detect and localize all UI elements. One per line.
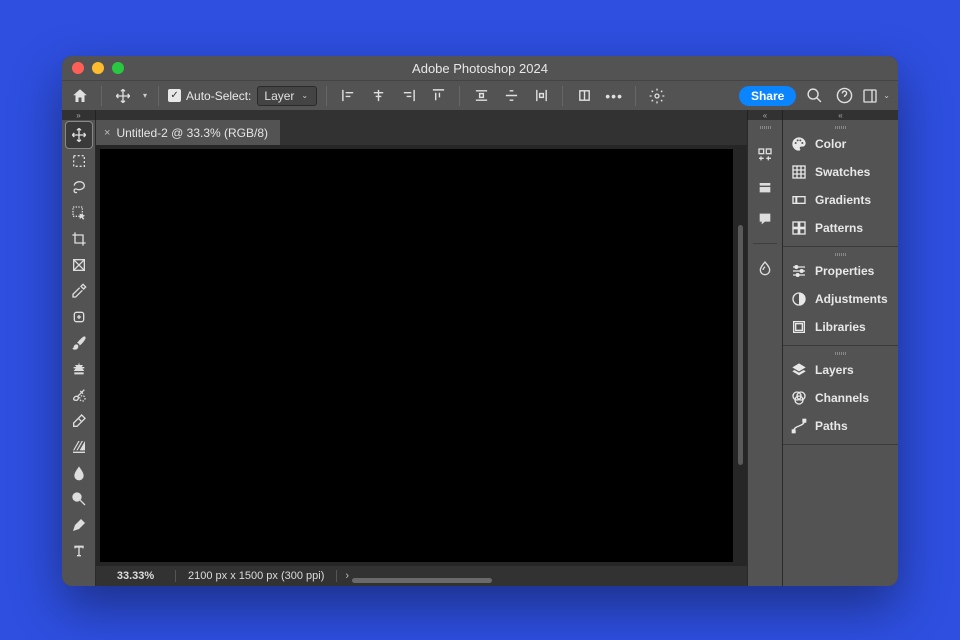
patterns-panel[interactable]: Patterns [783, 214, 898, 242]
document-tab[interactable]: × Untitled-2 @ 33.3% (RGB/8) [96, 120, 280, 145]
search-button[interactable] [802, 84, 826, 108]
help-button[interactable] [832, 84, 856, 108]
swatches-panel[interactable]: Swatches [783, 158, 898, 186]
3d-mode-button[interactable] [645, 84, 669, 108]
auto-select-target-dropdown[interactable]: Layer ⌄ [257, 86, 317, 106]
status-bar: 33.33% 2100 px x 1500 px (300 ppi) › [96, 566, 747, 586]
distribute-bottom-button[interactable] [529, 84, 553, 108]
move-tool[interactable] [66, 122, 92, 148]
vertical-scrollbar[interactable] [738, 225, 743, 465]
more-options-button[interactable]: ••• [602, 84, 626, 108]
chevron-down-icon: ⌄ [881, 91, 892, 100]
libraries-panel[interactable]: Libraries [783, 313, 898, 341]
close-tab-icon[interactable]: × [104, 127, 110, 139]
share-button[interactable]: Share [739, 86, 796, 106]
traffic-lights [72, 62, 124, 74]
pen-tool[interactable] [66, 512, 92, 538]
adjustments-panel[interactable]: Adjustments [783, 285, 898, 313]
toolbox [62, 120, 96, 586]
align-right-button[interactable] [396, 84, 420, 108]
history-brush-tool[interactable] [66, 382, 92, 408]
auto-select-checkbox[interactable]: ✓ [168, 89, 181, 102]
zoom-level[interactable]: 33.33% [96, 570, 176, 582]
align-top-button[interactable] [426, 84, 450, 108]
app-title: Adobe Photoshop 2024 [62, 61, 898, 76]
collapse-strip: » « « [62, 110, 898, 120]
minimize-window-button[interactable] [92, 62, 104, 74]
type-tool[interactable] [66, 538, 92, 564]
zoom-window-button[interactable] [112, 62, 124, 74]
home-button[interactable] [68, 84, 92, 108]
document-dimensions[interactable]: 2100 px x 1500 px (300 ppi) [176, 570, 337, 582]
crop-tool[interactable] [66, 226, 92, 252]
auto-select-label: Auto-Select: [186, 89, 251, 103]
blur-tool[interactable] [66, 460, 92, 486]
distribute-vertical-button[interactable] [499, 84, 523, 108]
color-panel[interactable]: Color [783, 130, 898, 158]
history-icon[interactable] [755, 177, 775, 197]
clone-stamp-tool[interactable] [66, 356, 92, 382]
eyedropper-tool[interactable] [66, 278, 92, 304]
toolbox-expand-toggle[interactable]: » [62, 110, 96, 120]
healing-brush-tool[interactable] [66, 304, 92, 330]
horizontal-scrollbar[interactable] [352, 578, 492, 583]
frame-tool[interactable] [66, 252, 92, 278]
titlebar: Adobe Photoshop 2024 [62, 56, 898, 80]
align-to-button[interactable] [572, 84, 596, 108]
main-area: × Untitled-2 @ 33.3% (RGB/8) 33.33% 2100… [62, 120, 898, 586]
chevron-down-icon: ⌄ [299, 91, 310, 100]
properties-panel[interactable]: Properties [783, 257, 898, 285]
collapsed-panels-column [747, 120, 782, 586]
lasso-tool[interactable] [66, 174, 92, 200]
document-tabs: × Untitled-2 @ 33.3% (RGB/8) [96, 120, 747, 145]
align-left-button[interactable] [336, 84, 360, 108]
brushes-icon[interactable] [755, 258, 775, 278]
document-column: × Untitled-2 @ 33.3% (RGB/8) 33.33% 2100… [96, 120, 747, 586]
canvas-area[interactable] [96, 145, 747, 566]
right-dock: ColorSwatchesGradientsPatterns Properties… [747, 120, 898, 586]
tab-label: Untitled-2 @ 33.3% (RGB/8) [116, 126, 268, 140]
dock-collapse-toggle-1[interactable]: « [747, 110, 782, 120]
close-window-button[interactable] [72, 62, 84, 74]
dock-collapse-toggle-2[interactable]: « [782, 110, 898, 120]
properties-icon[interactable] [755, 145, 775, 165]
tool-preset-chevron-icon[interactable]: ▾ [141, 91, 149, 100]
options-bar: ▾ ✓ Auto-Select: Layer ⌄ ••• Share ⌄ [62, 80, 898, 110]
canvas[interactable] [100, 149, 733, 562]
eraser-tool[interactable] [66, 408, 92, 434]
panels-column: ColorSwatchesGradientsPatterns Properties… [782, 120, 898, 586]
marquee-tool[interactable] [66, 148, 92, 174]
gradient-tool[interactable] [66, 434, 92, 460]
workspace-switcher[interactable]: ⌄ [862, 88, 892, 104]
move-tool-icon[interactable] [111, 84, 135, 108]
dodge-tool[interactable] [66, 486, 92, 512]
align-horizontal-center-button[interactable] [366, 84, 390, 108]
brush-tool[interactable] [66, 330, 92, 356]
channels-panel[interactable]: Channels [783, 384, 898, 412]
comments-icon[interactable] [755, 209, 775, 229]
distribute-top-button[interactable] [469, 84, 493, 108]
object-select-tool[interactable] [66, 200, 92, 226]
paths-panel[interactable]: Paths [783, 412, 898, 440]
auto-select-control[interactable]: ✓ Auto-Select: [168, 89, 251, 103]
gradients-panel[interactable]: Gradients [783, 186, 898, 214]
app-window: Adobe Photoshop 2024 ▾ ✓ Auto-Select: La… [62, 56, 898, 586]
layers-panel[interactable]: Layers [783, 356, 898, 384]
